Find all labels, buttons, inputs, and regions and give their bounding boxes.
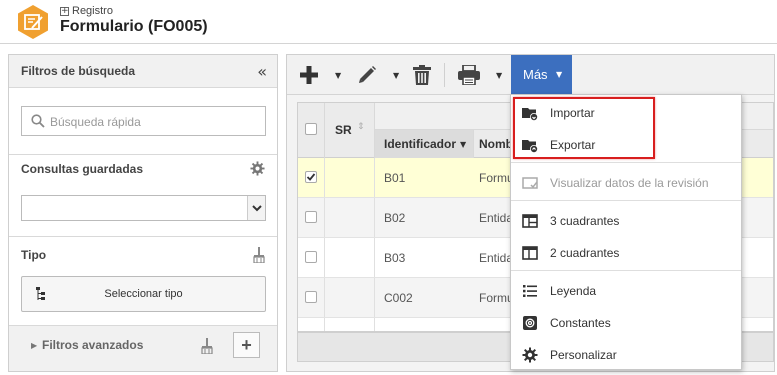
filters-panel-title: Filtros de búsqueda bbox=[21, 64, 136, 78]
row-check-cell bbox=[298, 198, 325, 237]
menu-item-constants[interactable]: Constantes bbox=[511, 307, 741, 339]
caret-down-icon: ▼ bbox=[556, 70, 563, 79]
saved-queries-label: Consultas guardadas bbox=[21, 162, 144, 176]
select-all-column bbox=[298, 103, 325, 158]
edit-button[interactable] bbox=[355, 63, 379, 87]
select-all-checkbox[interactable] bbox=[305, 123, 317, 135]
column-label: Nomb bbox=[479, 137, 513, 151]
three-quadrants-icon bbox=[522, 214, 538, 228]
menu-item-label: Constantes bbox=[550, 316, 611, 330]
menu-divider bbox=[511, 270, 741, 271]
search-icon bbox=[31, 114, 45, 128]
menu-item-label: 3 cuadrantes bbox=[550, 214, 620, 228]
collapse-left-icon[interactable]: « bbox=[257, 62, 267, 81]
row-checkbox[interactable] bbox=[305, 291, 317, 303]
add-icon bbox=[300, 66, 318, 84]
gear-icon[interactable] bbox=[250, 161, 265, 176]
caret-down-icon[interactable]: ▼ bbox=[335, 71, 341, 80]
caret-down-icon[interactable]: ▼ bbox=[496, 71, 502, 80]
edit-pencil-icon bbox=[359, 66, 376, 83]
menu-item-label: Leyenda bbox=[550, 284, 597, 298]
breadcrumb-label: Registro bbox=[72, 5, 113, 17]
saved-queries-select[interactable] bbox=[21, 195, 266, 221]
caret-right-icon: ▶ bbox=[31, 341, 38, 350]
column-label: Identificador bbox=[384, 137, 457, 151]
two-quadrants-icon bbox=[522, 246, 538, 260]
row-check-cell bbox=[298, 318, 325, 331]
filters-panel-header: Filtros de búsqueda « bbox=[9, 55, 277, 88]
more-button-label: Más bbox=[523, 67, 548, 82]
name-cell: Formu bbox=[479, 291, 514, 305]
sr-cell bbox=[325, 278, 375, 317]
id-cell: B03 bbox=[384, 251, 406, 265]
form-app-icon bbox=[18, 5, 48, 39]
clear-broom-icon[interactable] bbox=[201, 338, 213, 354]
revision-view-icon bbox=[522, 177, 538, 189]
chevron-down-icon[interactable] bbox=[247, 196, 265, 220]
menu-item-label: Visualizar datos de la revisión bbox=[550, 176, 709, 190]
type-label: Tipo bbox=[21, 248, 47, 262]
name-cell: Entida bbox=[479, 211, 514, 225]
sr-cell bbox=[325, 318, 375, 331]
row-check-cell bbox=[298, 238, 325, 277]
highlight-annotation-box bbox=[513, 97, 655, 159]
row-check-cell bbox=[298, 278, 325, 317]
menu-item-2-quadrants[interactable]: 2 cuadrantes bbox=[511, 237, 741, 269]
name-cell: Formu bbox=[479, 171, 514, 185]
menu-item-3-quadrants[interactable]: 3 cuadrantes bbox=[511, 205, 741, 237]
name-cell: Entida bbox=[479, 251, 514, 265]
caret-down-icon[interactable]: ▼ bbox=[393, 71, 399, 80]
sr-cell bbox=[325, 158, 375, 197]
menu-divider bbox=[511, 162, 741, 163]
toolbar-divider bbox=[444, 63, 445, 87]
menu-item-label: 2 cuadrantes bbox=[550, 246, 620, 260]
advanced-filters-row[interactable]: ▶ Filtros avanzados + bbox=[9, 325, 277, 371]
print-button[interactable] bbox=[457, 63, 481, 87]
quick-search-input[interactable]: Búsqueda rápida bbox=[21, 106, 266, 136]
list-legend-icon bbox=[523, 285, 537, 297]
column-label: SR bbox=[335, 123, 352, 137]
row-check-cell bbox=[298, 158, 325, 197]
divider bbox=[9, 154, 277, 155]
id-cell: B02 bbox=[384, 211, 406, 225]
gear-icon bbox=[522, 347, 538, 363]
column-header-identificador[interactable]: Identificador ▼ bbox=[375, 130, 474, 158]
id-cell: B01 bbox=[384, 171, 406, 185]
sr-cell bbox=[325, 238, 375, 277]
expand-plus-icon: + bbox=[60, 5, 69, 16]
delete-button[interactable] bbox=[411, 63, 433, 87]
divider bbox=[9, 236, 277, 237]
select-type-button[interactable]: Seleccionar tipo bbox=[21, 276, 266, 312]
constants-at-icon bbox=[523, 316, 537, 330]
quick-search-placeholder: Búsqueda rápida bbox=[50, 115, 141, 129]
breadcrumb[interactable]: + Registro bbox=[60, 5, 113, 17]
menu-item-customize[interactable]: Personalizar bbox=[511, 339, 741, 371]
row-checkbox[interactable] bbox=[305, 251, 317, 263]
toolbar: ▼ ▼ ▼ Más ▼ bbox=[287, 55, 774, 95]
menu-item-legend[interactable]: Leyenda bbox=[511, 275, 741, 307]
sr-cell bbox=[325, 198, 375, 237]
row-checkbox[interactable] bbox=[305, 211, 317, 223]
search-filters-panel: Filtros de búsqueda « Búsqueda rápida Co… bbox=[8, 54, 278, 372]
add-button[interactable] bbox=[297, 63, 321, 87]
advanced-filters-label: Filtros avanzados bbox=[42, 338, 144, 352]
sort-icon: ⇕ bbox=[357, 122, 365, 132]
column-header-sr[interactable]: SR ⇕ bbox=[325, 103, 375, 158]
sort-desc-icon: ▼ bbox=[460, 140, 467, 149]
clear-broom-icon[interactable] bbox=[253, 247, 265, 263]
select-type-label: Seleccionar tipo bbox=[104, 288, 183, 300]
delete-trash-icon bbox=[413, 65, 431, 85]
page-title: Formulario (FO005) bbox=[60, 18, 208, 35]
menu-divider bbox=[511, 200, 741, 201]
title-bar: + Registro Formulario (FO005) bbox=[0, 0, 777, 44]
print-icon bbox=[458, 65, 480, 85]
row-checkbox[interactable] bbox=[305, 171, 317, 183]
menu-item-view-revision: Visualizar datos de la revisión bbox=[511, 167, 741, 199]
menu-item-label: Personalizar bbox=[550, 348, 617, 362]
more-button[interactable]: Más ▼ bbox=[511, 55, 572, 95]
add-filter-button[interactable]: + bbox=[233, 332, 260, 358]
id-cell: C002 bbox=[384, 291, 413, 305]
